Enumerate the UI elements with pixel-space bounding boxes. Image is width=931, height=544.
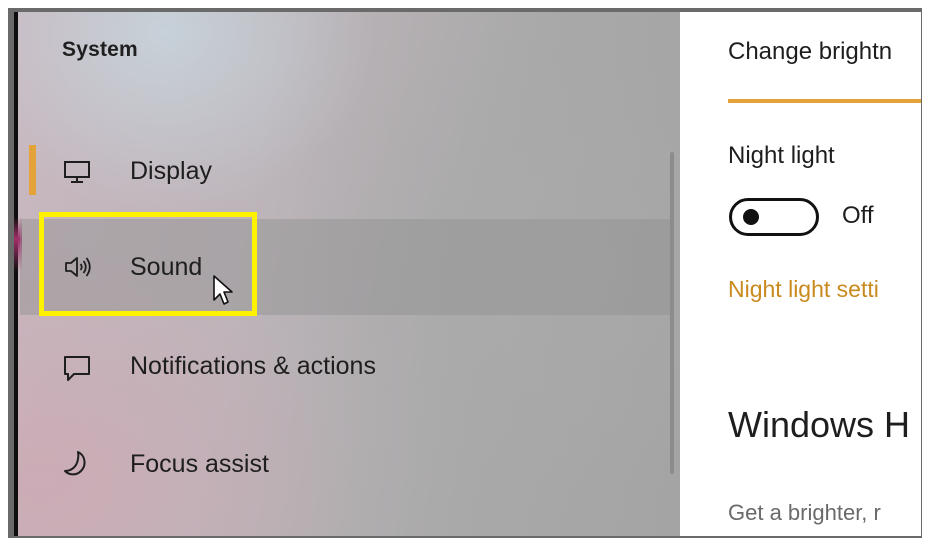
sidebar-item-label: Notifications & actions bbox=[130, 352, 376, 380]
section-heading: Windows H bbox=[728, 404, 911, 445]
night-light-settings-link[interactable]: Night light setti bbox=[728, 276, 879, 303]
brightness-slider[interactable] bbox=[728, 99, 921, 103]
mouse-cursor-icon bbox=[213, 275, 233, 305]
message-icon bbox=[64, 356, 90, 381]
settings-window: System Display Sound Notifications & act… bbox=[14, 12, 921, 536]
screenshot: System Display Sound Notifications & act… bbox=[0, 0, 931, 544]
brightness-label: Change brightn bbox=[728, 38, 893, 65]
sidebar-scrollbar[interactable] bbox=[670, 152, 674, 474]
night-light-label: Night light bbox=[728, 142, 835, 169]
sidebar-item-display[interactable]: Display bbox=[20, 124, 672, 220]
night-light-state: Off bbox=[842, 202, 874, 229]
night-light-toggle[interactable] bbox=[729, 198, 819, 236]
sidebar-item-focus-assist[interactable]: Focus assist bbox=[20, 412, 672, 508]
content-pane: Change brightn Night light Off Night lig… bbox=[680, 12, 921, 536]
sidebar-item-label: Display bbox=[130, 157, 212, 185]
window-edge bbox=[14, 12, 18, 536]
toggle-knob bbox=[743, 209, 759, 225]
sidebar-item-notifications[interactable]: Notifications & actions bbox=[20, 318, 672, 414]
section-description: Get a brighter, r bbox=[728, 500, 881, 525]
display-icon bbox=[64, 161, 90, 183]
sidebar-item-label: Focus assist bbox=[130, 450, 269, 478]
moon-icon bbox=[64, 451, 86, 476]
sidebar-title: System bbox=[62, 38, 138, 61]
sidebar: System Display Sound Notifications & act… bbox=[14, 12, 680, 536]
